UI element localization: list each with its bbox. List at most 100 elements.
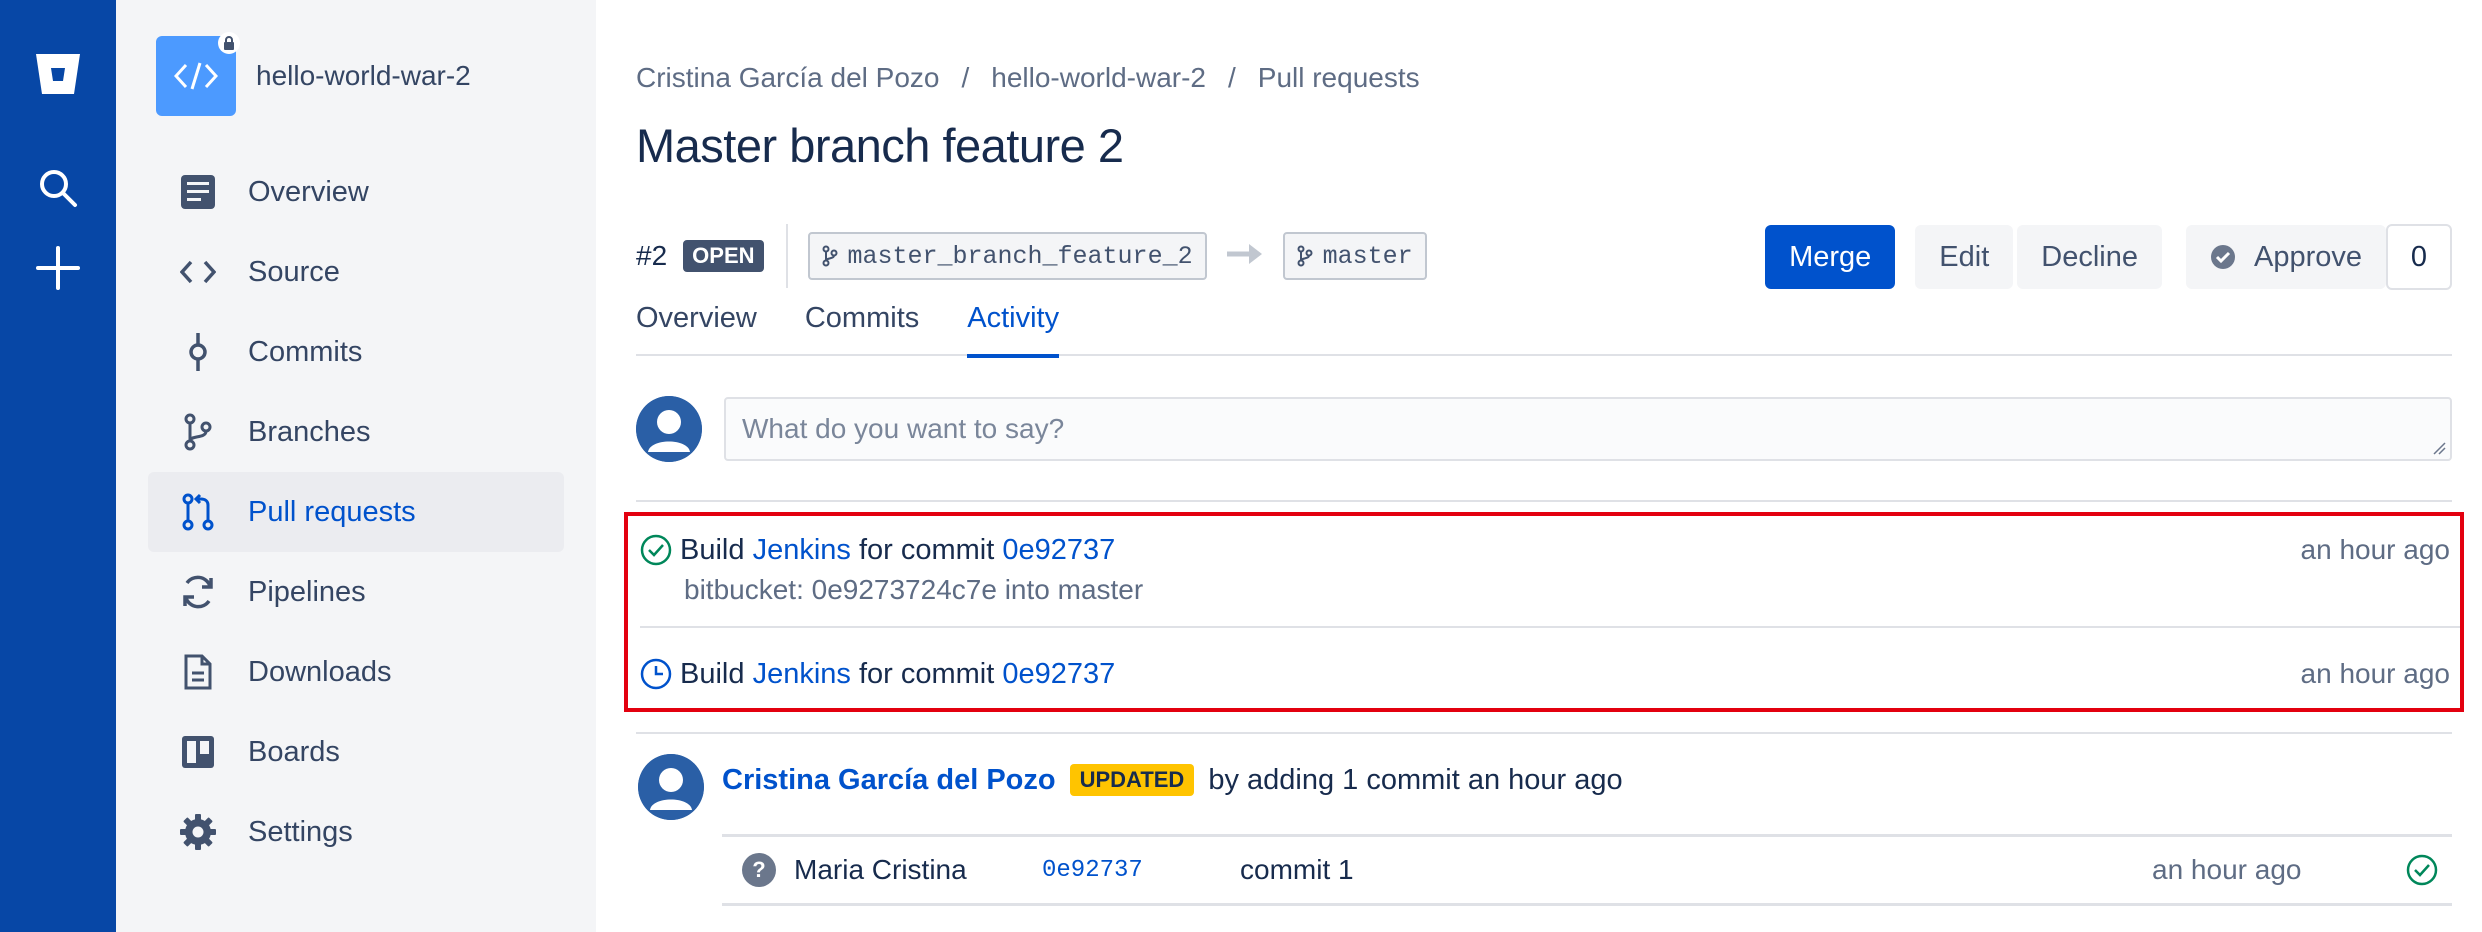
unknown-user-icon: ? (742, 853, 776, 887)
sidebar-item-label: Pull requests (248, 495, 416, 528)
sidebar-item-branches[interactable]: Branches (148, 392, 564, 472)
updated-badge: UPDATED (1069, 764, 1195, 796)
build-tool-link[interactable]: Jenkins (753, 534, 851, 567)
merge-button[interactable]: Merge (1765, 225, 1896, 289)
bitbucket-logo-icon[interactable] (28, 44, 88, 104)
build-line: Build Jenkins for commit 0e92737 (640, 654, 2460, 694)
overview-icon (148, 173, 248, 211)
build-tool-link[interactable]: Jenkins (753, 658, 851, 691)
tab-commits[interactable]: Commits (805, 296, 919, 356)
gear-icon (148, 813, 248, 851)
sidebar-nav: Overview Source Commits Branches Pull re… (148, 152, 564, 872)
breadcrumb-separator: / (961, 62, 970, 93)
source-branch[interactable]: master_branch_feature_2 (807, 232, 1207, 280)
sidebar-item-overview[interactable]: Overview (148, 152, 564, 232)
build-prefix: Build (680, 657, 745, 690)
build-prefix: Build (680, 533, 745, 566)
sidebar-item-commits[interactable]: Commits (148, 312, 564, 392)
edit-button[interactable]: Edit (1915, 225, 2014, 289)
check-circle-icon[interactable] (2392, 854, 2452, 886)
commit-message: commit 1 (1240, 854, 1354, 885)
breadcrumb-owner[interactable]: Cristina García del Pozo (636, 62, 939, 94)
status-badge: OPEN (683, 240, 764, 272)
commit-time: an hour ago (2152, 854, 2302, 885)
table-row: ? Maria Cristina 0e92737 commit 1 an hou… (722, 834, 2452, 906)
check-circle-icon (640, 534, 680, 566)
create-plus-icon[interactable] (28, 238, 88, 298)
source-code-icon (148, 259, 248, 285)
update-text: by adding 1 commit an hour ago (1208, 763, 1623, 796)
sidebar-item-settings[interactable]: Settings (148, 792, 564, 872)
commit-icon (148, 333, 248, 371)
branch-icon (148, 413, 248, 451)
avatar (638, 754, 704, 820)
commit-hash-link[interactable]: 0e92737 (1002, 658, 1115, 691)
sidebar-item-boards[interactable]: Boards (148, 712, 564, 792)
breadcrumb-pull-requests[interactable]: Pull requests (1258, 62, 1420, 94)
approve-count: 0 (2386, 224, 2452, 290)
target-branch[interactable]: master (1282, 232, 1427, 280)
resize-grip-icon[interactable] (2432, 441, 2446, 455)
commit-hash-link[interactable]: 0e92737 (1002, 534, 1115, 567)
sidebar-item-label: Downloads (248, 655, 392, 688)
repo-header[interactable]: hello-world-war-2 (156, 32, 471, 116)
breadcrumb: Cristina García del Pozo / hello-world-w… (636, 62, 1420, 94)
pull-request-icon (148, 493, 248, 531)
pr-actions: Merge Edit Decline Approve 0 (1765, 224, 2452, 290)
divider (636, 732, 2452, 734)
document-icon (148, 653, 248, 691)
comment-placeholder: What do you want to say? (742, 413, 1065, 444)
build-time: an hour ago (2300, 534, 2450, 565)
lock-icon (218, 32, 240, 54)
branch-icon (822, 245, 838, 267)
sidebar-item-source[interactable]: Source (148, 232, 564, 312)
check-circle-icon (2210, 245, 2235, 269)
pr-meta: #2 OPEN master_branch_feature_2 master (636, 224, 1427, 288)
sidebar-item-label: Branches (248, 415, 371, 448)
sidebar-item-label: Commits (248, 335, 363, 368)
commit-hash-link[interactable]: 0e92737 (1042, 857, 1240, 884)
breadcrumb-repo[interactable]: hello-world-war-2 (991, 62, 1206, 94)
arrow-right-icon (1225, 240, 1265, 273)
decline-button[interactable]: Decline (2017, 225, 2162, 289)
repo-name: hello-world-war-2 (256, 60, 471, 91)
user-link[interactable]: Cristina García del Pozo (722, 764, 1056, 797)
board-icon (148, 734, 248, 770)
build-item-success: Build Jenkins for commit 0e92737 bitbuck… (640, 530, 2460, 606)
tab-activity[interactable]: Activity (967, 296, 1060, 358)
project-sidebar: hello-world-war-2 Overview Source Commit… (116, 0, 596, 932)
sidebar-item-pull-requests[interactable]: Pull requests (148, 472, 564, 552)
sidebar-item-label: Settings (248, 815, 353, 848)
pr-number: #2 (636, 240, 668, 271)
build-item-in-progress: Build Jenkins for commit 0e92737 an hour… (640, 654, 2460, 694)
sidebar-item-label: Pipelines (248, 575, 366, 608)
clock-icon (640, 658, 680, 690)
build-time: an hour ago (2300, 658, 2450, 689)
approve-label: Approve (2253, 240, 2362, 273)
approve-button[interactable]: Approve (2185, 225, 2386, 289)
tab-overview[interactable]: Overview (636, 296, 757, 356)
divider (640, 626, 2460, 628)
comment-input[interactable]: What do you want to say? (724, 397, 2452, 461)
build-line: Build Jenkins for commit 0e92737 (640, 530, 2460, 570)
sidebar-item-pipelines[interactable]: Pipelines (148, 552, 564, 632)
comment-composer: What do you want to say? (636, 396, 2452, 462)
update-header: Cristina García del Pozo UPDATED by addi… (722, 760, 1623, 800)
sidebar-item-label: Boards (248, 735, 340, 768)
divider (636, 500, 2452, 502)
main-content: Cristina García del Pozo / hello-world-w… (624, 0, 2464, 932)
commit-author: Maria Cristina (794, 854, 967, 885)
target-branch-name: master (1322, 241, 1413, 271)
global-nav (0, 0, 116, 932)
sidebar-item-label: Source (248, 255, 340, 288)
sidebar-item-label: Overview (248, 175, 369, 208)
build-status-highlight: Build Jenkins for commit 0e92737 bitbuck… (624, 512, 2464, 712)
search-icon[interactable] (28, 158, 88, 218)
source-branch-name: master_branch_feature_2 (847, 241, 1193, 271)
divider (785, 224, 788, 288)
build-middle: for commit (858, 657, 995, 690)
repo-avatar (156, 32, 240, 116)
sidebar-item-downloads[interactable]: Downloads (148, 632, 564, 712)
avatar (636, 396, 702, 462)
breadcrumb-separator: / (1227, 62, 1236, 93)
